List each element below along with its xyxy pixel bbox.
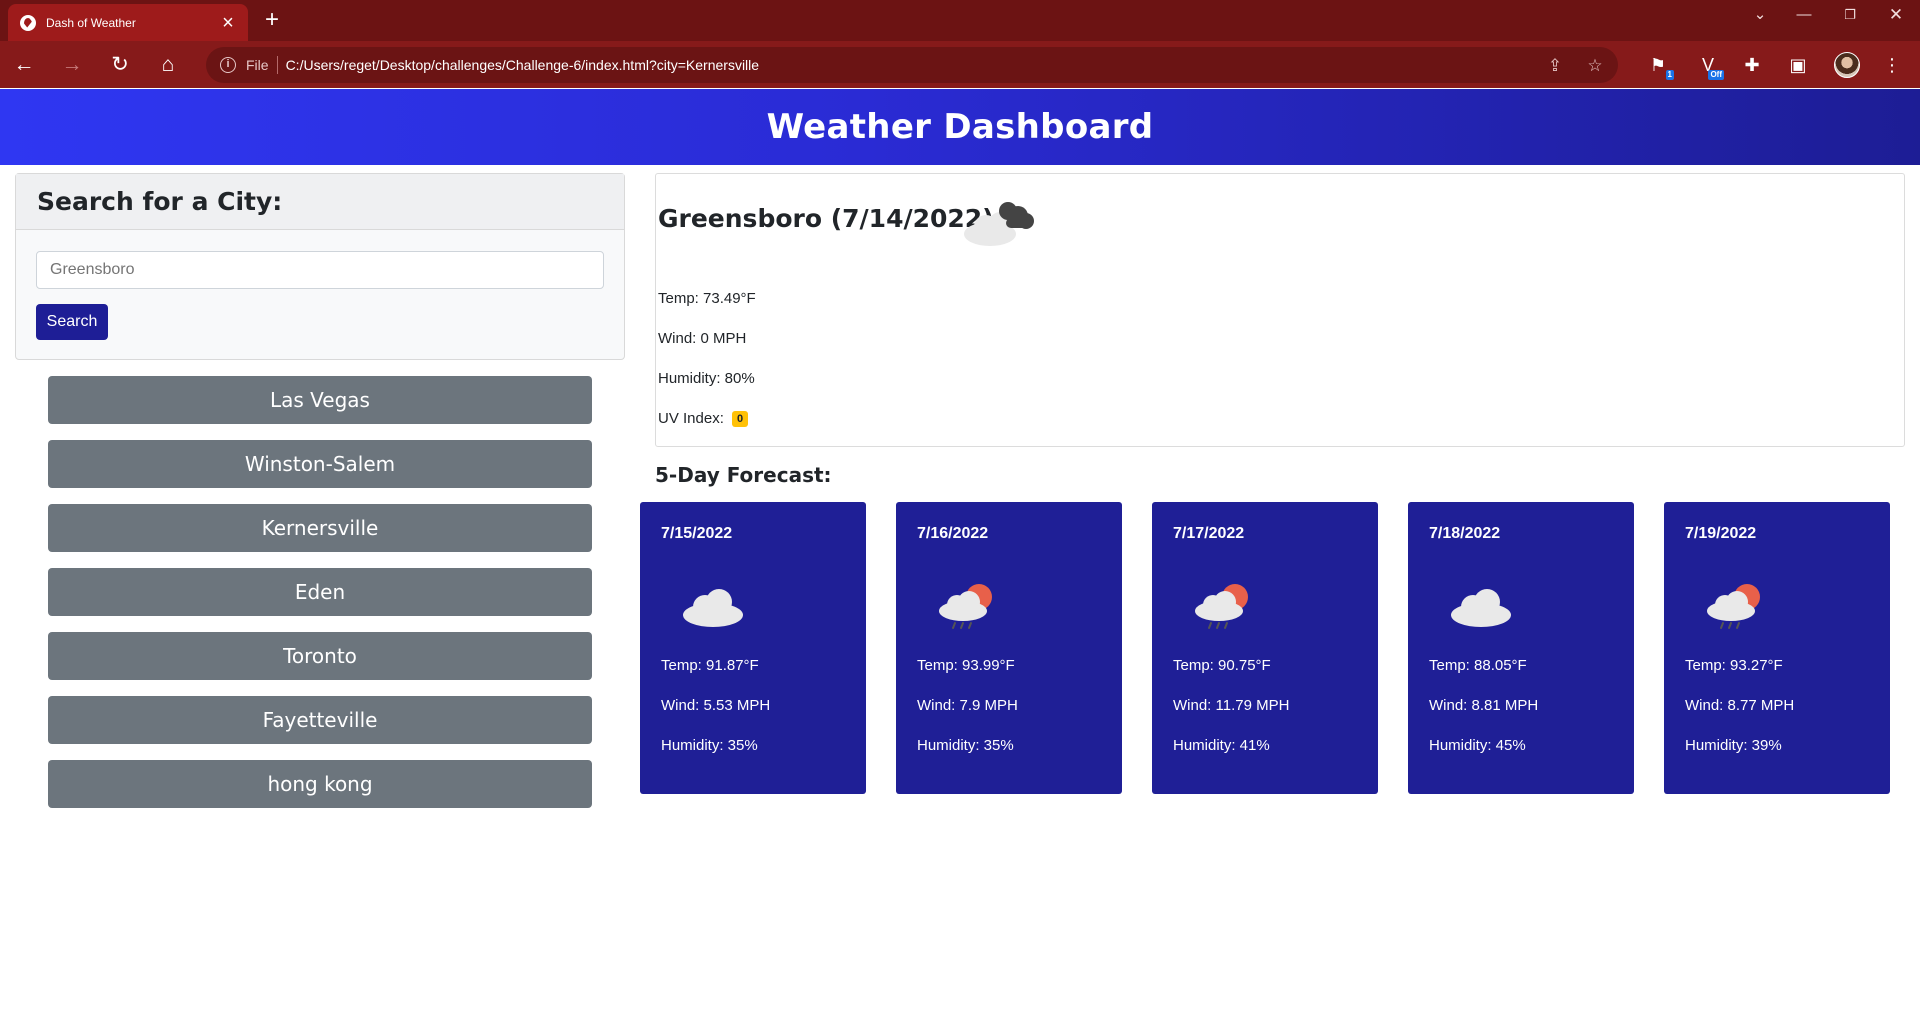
search-history-list: Las Vegas Winston-Salem Kernersville Ede…: [48, 376, 592, 824]
current-city-heading: Greensboro (7/14/2022): [658, 204, 994, 233]
menu-kebab-icon[interactable]: ⋮: [1880, 53, 1904, 77]
minimize-button[interactable]: —: [1784, 4, 1824, 26]
page-content: Weather Dashboard Search for a City: Sea…: [0, 89, 1920, 1032]
forecast-date: 7/17/2022: [1173, 525, 1245, 542]
bookmark-star-icon[interactable]: ☆: [1584, 56, 1606, 76]
forecast-card: 7/15/2022 Temp: 91.87°F Wind: 5.53 MPH H…: [640, 502, 866, 794]
forecast-humidity: Humidity: 45%: [1429, 737, 1526, 754]
search-card-header: Search for a City:: [16, 174, 624, 230]
current-uv-row: UV Index: 0: [658, 410, 749, 427]
current-temp: Temp: 73.49°F: [658, 290, 756, 307]
file-chip: File: [246, 57, 269, 73]
forecast-card: 7/16/2022 Temp: 93.99°F Wind: 7.9 MPH Hu…: [896, 502, 1122, 794]
info-icon[interactable]: i: [220, 57, 236, 73]
forecast-wind: Wind: 5.53 MPH: [661, 697, 771, 714]
url-text[interactable]: C:/Users/reget/Desktop/challenges/Challe…: [286, 57, 760, 73]
omnibox-divider: [276, 56, 278, 74]
forecast-date: 7/15/2022: [661, 525, 733, 542]
forecast-temp: Temp: 90.75°F: [1173, 657, 1271, 674]
history-button[interactable]: Las Vegas: [48, 376, 592, 424]
history-button[interactable]: Kernersville: [48, 504, 592, 552]
forecast-humidity: Humidity: 35%: [917, 737, 1014, 754]
browser-tab[interactable]: Dash of Weather ×: [8, 4, 248, 41]
search-button[interactable]: Search: [36, 304, 108, 340]
close-window-button[interactable]: ✕: [1876, 4, 1916, 26]
new-tab-button[interactable]: +: [258, 7, 286, 33]
sun-rain-cloud-icon: [1707, 584, 1760, 629]
forecast-wind: Wind: 11.79 MPH: [1173, 697, 1290, 714]
forecast-card: 7/18/2022 Temp: 88.05°F Wind: 8.81 MPH H…: [1408, 502, 1634, 794]
forecast-temp: Temp: 93.27°F: [1685, 657, 1783, 674]
browser-tabstrip: Dash of Weather × + ⌄ — ❐ ✕: [0, 0, 1920, 41]
tab-title: Dash of Weather: [46, 15, 136, 30]
page-header: Weather Dashboard: [0, 89, 1920, 165]
forecast-temp: Temp: 88.05°F: [1429, 657, 1527, 674]
forward-button[interactable]: →: [59, 52, 85, 78]
history-button[interactable]: hong kong: [48, 760, 592, 808]
back-button[interactable]: ←: [11, 52, 37, 78]
globe-icon: [20, 14, 36, 31]
broken-clouds-icon: [964, 202, 1034, 246]
forecast-date: 7/18/2022: [1429, 525, 1501, 542]
forecast-date: 7/16/2022: [917, 525, 989, 542]
close-tab-icon[interactable]: ×: [218, 13, 238, 33]
current-weather-card: Greensboro (7/14/2022) Temp: 73.49°F Win…: [655, 173, 1905, 447]
history-button[interactable]: Toronto: [48, 632, 592, 680]
restore-button[interactable]: ❐: [1830, 4, 1870, 26]
page-title: Weather Dashboard: [766, 107, 1154, 147]
search-heading: Search for a City:: [37, 187, 283, 216]
browser-toolbar: ← → ↻ ⌂ i File C:/Users/reget/Desktop/ch…: [0, 41, 1920, 88]
forecast-wind: Wind: 7.9 MPH: [917, 697, 1018, 714]
profile-avatar[interactable]: [1834, 52, 1860, 78]
forecast-wind: Wind: 8.77 MPH: [1685, 697, 1795, 714]
forecast-wind: Wind: 8.81 MPH: [1429, 697, 1539, 714]
extension-badge-icon: 1: [1665, 70, 1674, 80]
tab-search-icon[interactable]: ⌄: [1740, 4, 1780, 26]
search-card: Search for a City: Search: [15, 173, 625, 360]
uv-index-badge: 0: [732, 411, 749, 427]
home-button[interactable]: ⌂: [155, 52, 181, 78]
forecast-card: 7/19/2022 Temp: 93.27°F Wind: 8.77 MPH H…: [1664, 502, 1890, 794]
cloud-icon: [1451, 589, 1511, 627]
sun-rain-cloud-icon: [1195, 584, 1248, 629]
forecast-humidity: Humidity: 35%: [661, 737, 758, 754]
address-bar[interactable]: i File C:/Users/reget/Desktop/challenges…: [206, 47, 1618, 83]
history-button[interactable]: Eden: [48, 568, 592, 616]
forecast-humidity: Humidity: 39%: [1685, 737, 1782, 754]
current-wind: Wind: 0 MPH: [658, 330, 747, 347]
reload-button[interactable]: ↻: [107, 52, 133, 78]
extension-off-badge-icon: Off: [1708, 70, 1724, 80]
forecast-temp: Temp: 91.87°F: [661, 657, 759, 674]
side-panel-icon[interactable]: ▣: [1786, 53, 1810, 77]
forecast-card: 7/17/2022 Temp: 90.75°F Wind: 11.79 MPH …: [1152, 502, 1378, 794]
forecast-heading: 5-Day Forecast:: [655, 463, 832, 487]
uv-label: UV Index:: [658, 410, 724, 427]
forecast-temp: Temp: 93.99°F: [917, 657, 1015, 674]
forecast-date: 7/19/2022: [1685, 525, 1757, 542]
city-search-input[interactable]: [36, 251, 604, 289]
extension-flag-icon[interactable]: ⚑ 1: [1646, 53, 1674, 80]
share-icon[interactable]: ⇪: [1544, 56, 1566, 76]
forecast-humidity: Humidity: 41%: [1173, 737, 1270, 754]
cloud-icon: [683, 589, 743, 627]
sun-rain-cloud-icon: [939, 584, 992, 629]
extension-v-off-icon[interactable]: V Off: [1696, 53, 1724, 80]
history-button[interactable]: Winston-Salem: [48, 440, 592, 488]
current-humidity: Humidity: 80%: [658, 370, 755, 387]
history-button[interactable]: Fayetteville: [48, 696, 592, 744]
extensions-puzzle-icon[interactable]: ✚: [1740, 53, 1764, 77]
